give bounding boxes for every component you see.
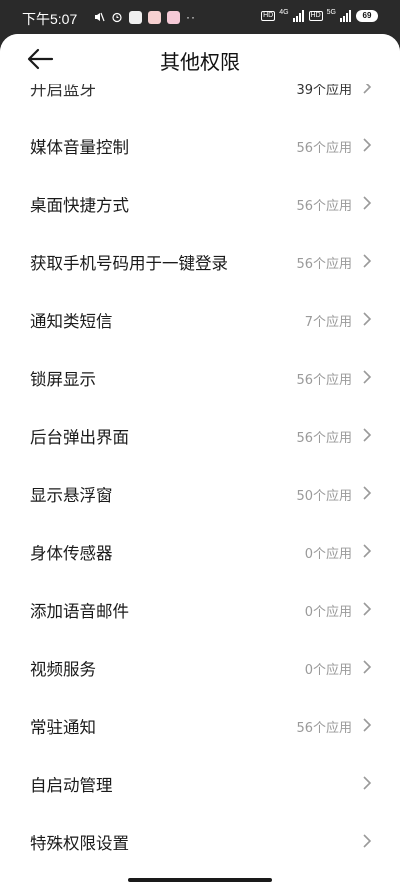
list-item[interactable]: 身体传感器 0个应用	[0, 522, 400, 580]
list-item[interactable]: 自启动管理	[0, 754, 400, 812]
item-label: 身体传感器	[30, 544, 113, 563]
chevron-right-icon	[363, 370, 372, 384]
item-label: 通知类短信	[30, 312, 113, 331]
system-status-icons: HD 4G HD 5G 69	[261, 8, 378, 22]
item-count: 56个应用	[296, 199, 352, 214]
item-label: 媒体音量控制	[30, 138, 129, 157]
item-count: 56个应用	[296, 141, 352, 156]
network-type: 4G	[279, 8, 289, 16]
item-count: 0个应用	[304, 547, 352, 562]
settings-sheet: 其他权限 开启蓝牙 39个应用 媒体音量控制 56个应用 桌面快捷方式 56个应…	[0, 34, 400, 888]
battery-icon: 69	[356, 10, 378, 22]
chevron-right-icon	[363, 196, 372, 210]
list-item[interactable]: 获取手机号码用于一键登录 56个应用	[0, 232, 400, 290]
page-title: 其他权限	[160, 50, 240, 74]
item-label: 锁屏显示	[30, 370, 96, 389]
list-item[interactable]: 常驻通知 56个应用	[0, 696, 400, 754]
item-label: 获取手机号码用于一键登录	[30, 254, 228, 273]
app-notification-icon	[129, 10, 142, 24]
home-indicator[interactable]	[128, 878, 272, 882]
item-label: 添加语音邮件	[30, 602, 129, 621]
chevron-right-icon	[363, 312, 372, 326]
chevron-right-icon	[363, 602, 372, 616]
item-count: 56个应用	[296, 721, 352, 736]
hd-icon: HD	[261, 11, 276, 21]
chevron-right-icon	[363, 428, 372, 442]
item-count: 7个应用	[304, 315, 352, 330]
chevron-right-icon	[363, 660, 372, 674]
alarm-icon	[112, 12, 122, 23]
mute-icon	[95, 12, 105, 22]
chevron-right-icon	[363, 486, 372, 500]
item-count: 0个应用	[304, 605, 352, 620]
chevron-right-icon	[363, 544, 372, 558]
item-label: 后台弹出界面	[30, 428, 129, 447]
hd-icon: HD	[308, 11, 323, 21]
status-bar: 下午5:07 ·· HD 4G HD 5G 69	[0, 0, 400, 34]
list-item[interactable]: 后台弹出界面 56个应用	[0, 406, 400, 464]
list-item[interactable]: 媒体音量控制 56个应用	[0, 116, 400, 174]
signal-icon	[340, 10, 351, 22]
item-label: 桌面快捷方式	[30, 196, 129, 215]
more-notifications-icon: ··	[186, 10, 196, 24]
chevron-right-icon	[363, 138, 372, 152]
status-time: 下午5:07	[22, 11, 78, 27]
item-count: 0个应用	[304, 663, 352, 678]
list-item[interactable]: 显示悬浮窗 50个应用	[0, 464, 400, 522]
notification-icons: ··	[93, 10, 196, 24]
item-count: 56个应用	[296, 431, 352, 446]
item-label: 视频服务	[30, 660, 96, 679]
item-label: 显示悬浮窗	[30, 486, 113, 505]
chevron-right-icon	[363, 834, 372, 848]
app-notification-icon	[167, 10, 180, 24]
chevron-right-icon	[363, 718, 372, 732]
list-item[interactable]: 添加语音邮件 0个应用	[0, 580, 400, 638]
list-item[interactable]: 特殊权限设置	[0, 812, 400, 870]
list-item[interactable]: 桌面快捷方式 56个应用	[0, 174, 400, 232]
header: 其他权限	[0, 34, 400, 84]
item-count: 56个应用	[296, 257, 352, 272]
network-type: 5G	[326, 8, 336, 16]
item-label: 特殊权限设置	[30, 834, 129, 853]
chevron-right-icon	[363, 776, 372, 790]
list-item[interactable]: 锁屏显示 56个应用	[0, 348, 400, 406]
app-notification-icon	[148, 10, 161, 24]
signal-icon	[292, 10, 304, 22]
item-count: 50个应用	[296, 489, 352, 504]
chevron-right-icon	[363, 254, 372, 268]
item-label: 常驻通知	[30, 718, 96, 737]
list-item[interactable]: 通知类短信 7个应用	[0, 290, 400, 348]
list-item[interactable]: 视频服务 0个应用	[0, 638, 400, 696]
item-count: 56个应用	[296, 373, 352, 388]
item-label: 自启动管理	[30, 776, 113, 795]
